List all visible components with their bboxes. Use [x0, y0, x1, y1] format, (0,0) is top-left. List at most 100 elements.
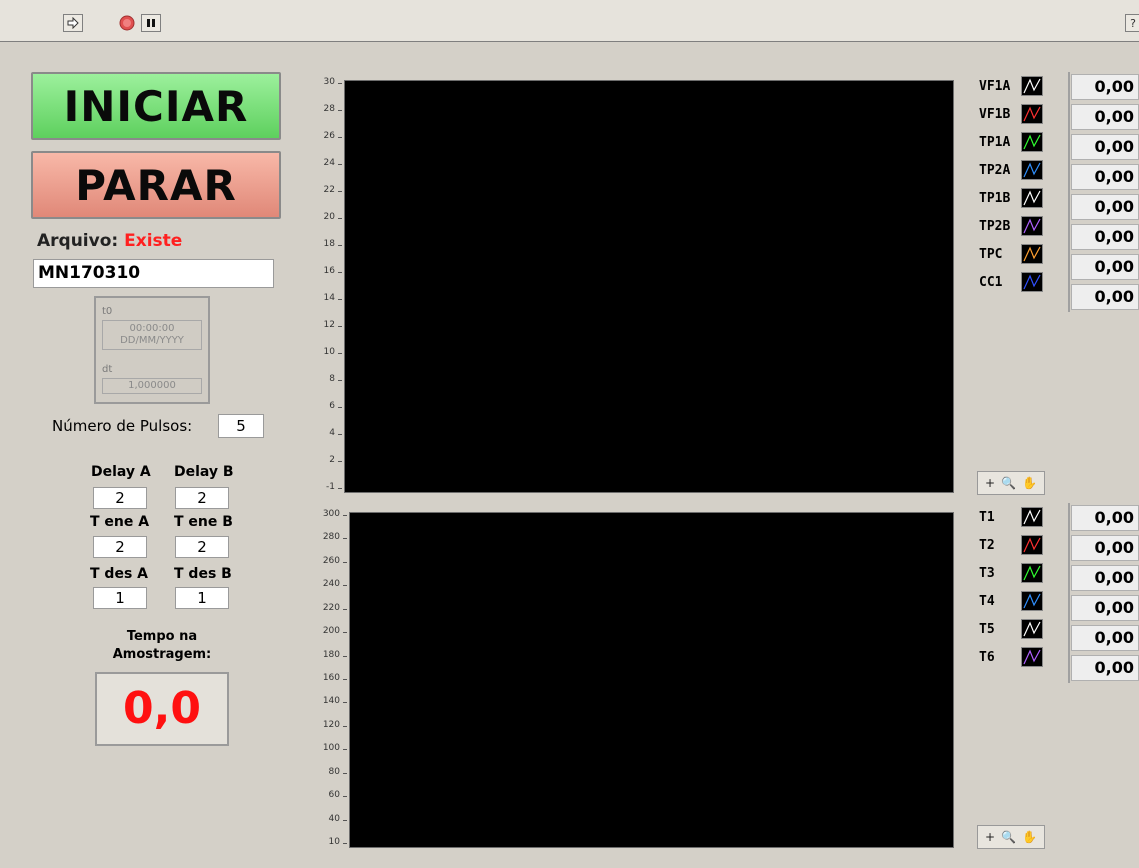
- chart-1-y-tick-label: 20: [323, 212, 335, 222]
- legend-item-t4[interactable]: T4: [963, 587, 1063, 615]
- legend-item-cc1[interactable]: CC1: [963, 268, 1063, 296]
- plot-line-icon: [1021, 507, 1043, 527]
- legend-series-name: T6: [979, 649, 995, 665]
- legend-item-tp2a[interactable]: TP2A: [963, 156, 1063, 184]
- legend-item-tp2b[interactable]: TP2B: [963, 212, 1063, 240]
- chart-2-y-tick-mark: [343, 843, 347, 844]
- chart-2-y-tick-mark: [343, 819, 347, 821]
- chart-2-y-tick-label: 160: [322, 673, 340, 683]
- legend-item-t2[interactable]: T2: [963, 531, 1063, 559]
- plot-line-icon: [1021, 591, 1043, 611]
- chart-1-y-tick-mark: [338, 434, 342, 435]
- delay-a-label: Delay A: [91, 464, 151, 480]
- legend-series-name: VF1A: [979, 78, 1011, 94]
- chart-2-y-tick-label: 180: [322, 649, 340, 660]
- legend-series-name: TP1A: [979, 134, 1011, 150]
- legend-item-t1[interactable]: T1: [963, 503, 1063, 531]
- delay-a-input[interactable]: 2: [93, 487, 147, 509]
- readout-tp2b: 0,00: [1071, 224, 1139, 250]
- chart-1-y-tick-label: 10: [323, 347, 335, 357]
- chart-1-y-tick-mark: [338, 407, 342, 408]
- chart-1-y-tick-mark: [338, 137, 342, 138]
- chart-2-y-tick-label: 260: [322, 555, 340, 566]
- plot-line-icon: [1021, 216, 1043, 236]
- t0-time: 00:00:00: [129, 323, 175, 334]
- legend-item-vf1b[interactable]: VF1B: [963, 100, 1063, 128]
- stop-button[interactable]: PARAR: [31, 151, 281, 219]
- plot-line-icon: [1021, 647, 1043, 667]
- chart-2-y-tick-label: 240: [322, 579, 340, 590]
- chart-1-y-tick-mark: [338, 191, 342, 192]
- chart-1-y-tick-mark: [338, 245, 342, 246]
- legend-series-name: TP2A: [979, 162, 1011, 178]
- file-label: Arquivo: Existe: [37, 231, 182, 251]
- chart-2-y-tick-label: 120: [322, 719, 340, 730]
- legend-item-tp1a[interactable]: TP1A: [963, 128, 1063, 156]
- chart-1-y-tick-label: 26: [323, 131, 335, 141]
- legend-series-name: T2: [979, 537, 995, 553]
- tdes-a-input[interactable]: 1: [93, 587, 147, 609]
- legend-series-name: VF1B: [979, 106, 1011, 122]
- chart-1-y-tick-mark: [338, 326, 342, 327]
- pulses-input[interactable]: 5: [218, 414, 264, 438]
- start-button[interactable]: INICIAR: [31, 72, 281, 140]
- tene-b-input[interactable]: 2: [175, 536, 229, 558]
- legend-item-vf1a[interactable]: VF1A: [963, 72, 1063, 100]
- crosshair-cursor-icon[interactable]: +: [985, 830, 995, 844]
- chart-2-y-tick-mark: [343, 515, 347, 516]
- chart-1-plot-area[interactable]: [344, 80, 954, 493]
- pan-hand-icon[interactable]: ✋: [1022, 830, 1037, 844]
- legend-series-name: T3: [979, 565, 995, 581]
- plot-line-icon: [1021, 104, 1043, 124]
- help-icon[interactable]: ?: [1125, 14, 1139, 32]
- legend-item-t6[interactable]: T6: [963, 643, 1063, 671]
- legend-item-tpc[interactable]: TPC: [963, 240, 1063, 268]
- tene-a-input[interactable]: 2: [93, 536, 147, 558]
- run-arrow-icon[interactable]: [63, 14, 83, 32]
- chart-2-y-tick-mark: [343, 632, 347, 634]
- chart-1-y-tick-label: 28: [323, 104, 335, 114]
- readout-t1: 0,00: [1071, 505, 1139, 531]
- readout-t5: 0,00: [1071, 625, 1139, 651]
- dt-field[interactable]: 1,000000: [102, 378, 202, 394]
- readout-cc1: 0,00: [1071, 284, 1139, 310]
- chart-1-y-tick-mark: [338, 488, 342, 489]
- chart-1-y-tick-mark: [338, 461, 342, 462]
- plot-line-icon: [1021, 244, 1043, 264]
- chart-2-y-tick-mark: [343, 749, 347, 751]
- tdes-a-label: T des A: [90, 566, 148, 582]
- chart-2-y-tick-label: 220: [322, 602, 340, 613]
- abort-icon[interactable]: [117, 14, 137, 32]
- delay-b-input[interactable]: 2: [175, 487, 229, 509]
- chart-2-y-tick-label: 200: [322, 626, 340, 637]
- legend-item-t3[interactable]: T3: [963, 559, 1063, 587]
- legend-series-name: TPC: [979, 246, 1003, 262]
- crosshair-cursor-icon[interactable]: +: [985, 476, 995, 490]
- tdes-b-input[interactable]: 1: [175, 587, 229, 609]
- plot-line-icon: [1021, 272, 1043, 292]
- legend-item-tp1b[interactable]: TP1B: [963, 184, 1063, 212]
- chart-2-plot-area[interactable]: [349, 512, 954, 848]
- readout-tp2a: 0,00: [1071, 164, 1139, 190]
- chart-1-y-tick-label: 2: [329, 455, 335, 465]
- chart-2-y-tick-mark: [343, 702, 347, 704]
- readout-vf1a: 0,00: [1071, 74, 1139, 100]
- zoom-icon[interactable]: 🔍: [1001, 830, 1016, 844]
- plot-line-icon: [1021, 132, 1043, 152]
- pause-icon[interactable]: [141, 14, 161, 32]
- file-name-input[interactable]: MN170310: [33, 259, 274, 288]
- chart-2-y-tick-mark: [343, 585, 347, 587]
- chart-2-y-tick-label: 280: [322, 532, 340, 543]
- pan-hand-icon[interactable]: ✋: [1022, 476, 1037, 490]
- chart-2-y-tick-mark: [343, 796, 347, 798]
- chart-1-y-tick-label: -1: [326, 482, 335, 492]
- legend-series-name: T1: [979, 509, 995, 525]
- chart-1-y-tick-mark: [338, 299, 342, 300]
- readout-tpc: 0,00: [1071, 254, 1139, 280]
- zoom-icon[interactable]: 🔍: [1001, 476, 1016, 490]
- t0-field[interactable]: 00:00:00 DD/MM/YYYY: [102, 320, 202, 350]
- chart-1-y-tick-mark: [338, 164, 342, 165]
- file-label-text: Arquivo:: [37, 231, 119, 251]
- legend-item-t5[interactable]: T5: [963, 615, 1063, 643]
- chart-2-y-tick-label: 40: [328, 813, 340, 824]
